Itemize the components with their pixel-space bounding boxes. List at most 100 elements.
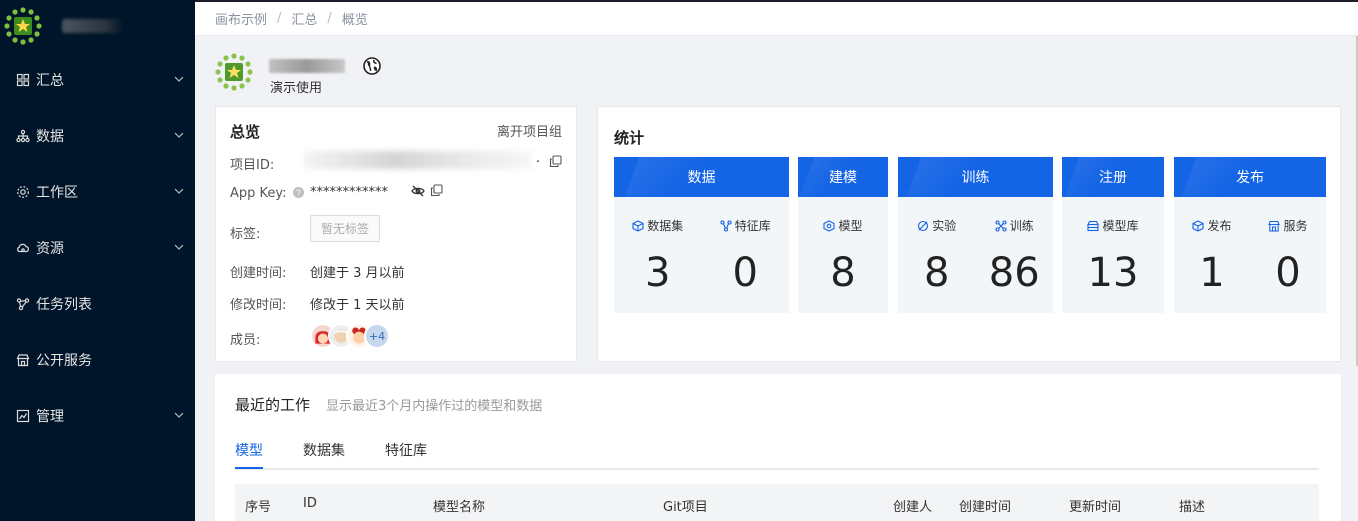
app-logo-icon[interactable] [4, 7, 42, 45]
copy-icon[interactable] [549, 155, 562, 168]
chart-manage-icon [16, 409, 30, 423]
stat-model-registry[interactable]: 模型库 13 [1062, 197, 1164, 313]
cube-icon [632, 220, 644, 232]
stat-group-title: 发布 [1174, 157, 1326, 197]
project-id-tail: . [536, 151, 541, 166]
member-avatars[interactable]: +4 [310, 323, 390, 349]
feature-icon [720, 220, 732, 232]
stat-experiments[interactable]: 实验 8 [898, 197, 976, 313]
dashboard-icon [16, 73, 30, 87]
service-icon [1268, 220, 1281, 232]
chevron-down-icon [174, 412, 184, 418]
copy-icon[interactable] [430, 184, 443, 197]
train-icon [995, 220, 1007, 232]
breadcrumb-item-overview: 概览 [341, 13, 368, 28]
sidebar-item-label: 工作区 [36, 185, 78, 201]
stat-label: 实验 [932, 219, 957, 233]
stat-group-modeling: 建模 模型 8 [798, 157, 888, 313]
sidebar-item-summary[interactable]: 汇总 [0, 60, 195, 100]
recent-work-subtitle: 显示最近3个月内操作过的模型和数据 [326, 399, 543, 414]
stat-value: 86 [988, 250, 1040, 296]
stat-feature-store[interactable]: 特征库 0 [702, 197, 790, 313]
stat-publishes[interactable]: 发布 1 [1174, 197, 1250, 313]
tags-label: 标签: [230, 227, 261, 242]
column-header-id[interactable]: ID [303, 496, 317, 511]
experiment-icon [918, 220, 929, 232]
column-header-model-name[interactable]: 模型名称 [433, 496, 485, 515]
sidebar: 汇总 数据 工作区 资源 任务列表 公开服务 管理 [0, 0, 195, 521]
globe-icon[interactable] [363, 57, 381, 75]
column-header-creator[interactable]: 创建人 [893, 496, 932, 515]
overview-title: 总览 [230, 123, 261, 141]
sidebar-item-data[interactable]: 数据 [0, 116, 195, 156]
no-tags-button[interactable]: 暂无标签 [310, 215, 380, 242]
help-icon[interactable]: ? [292, 187, 304, 198]
column-header-index[interactable]: 序号 [245, 496, 271, 515]
column-header-git-project[interactable]: Git项目 [663, 496, 708, 515]
stat-group-publish: 发布 发布 1 服务 0 [1174, 157, 1326, 313]
tab-datasets[interactable]: 数据集 [303, 440, 345, 460]
chevron-down-icon [174, 188, 184, 194]
stats-title: 统计 [614, 129, 645, 147]
stat-datasets[interactable]: 数据集 3 [614, 197, 702, 313]
app-key-label: App Key: ? [230, 186, 304, 201]
sidebar-logo-area [0, 0, 195, 52]
stat-models[interactable]: 模型 8 [798, 197, 888, 313]
active-tab-indicator [235, 467, 263, 469]
sidebar-item-workspace[interactable]: 工作区 [0, 172, 195, 212]
sidebar-item-tasks[interactable]: 任务列表 [0, 284, 195, 324]
sidebar-item-label: 任务列表 [36, 297, 92, 313]
stat-group-training: 训练 实验 8 训练 86 [898, 157, 1053, 313]
stat-group-registry: 注册 模型库 13 [1062, 157, 1164, 313]
sidebar-item-label: 管理 [36, 409, 64, 425]
stat-value: 1 [1199, 250, 1225, 296]
project-logo-icon [215, 53, 253, 91]
model-registry-icon [1087, 220, 1100, 232]
stat-label: 数据集 [647, 219, 684, 233]
sidebar-item-public-service[interactable]: 公开服务 [0, 340, 195, 380]
breadcrumb-item-canvas[interactable]: 画布示例 [215, 9, 267, 28]
created-label: 创建时间: [230, 266, 287, 281]
column-header-description[interactable]: 描述 [1179, 496, 1205, 515]
column-header-created-time[interactable]: 创建时间 [959, 496, 1011, 515]
more-members-badge[interactable]: +4 [364, 323, 390, 349]
table-header: 序号 ID 模型名称 Git项目 创建人 创建时间 更新时间 描述 [235, 484, 1319, 521]
stat-services[interactable]: 服务 0 [1250, 197, 1326, 313]
overview-card: 总览 离开项目组 项目ID: . App Key: ? ************… [215, 106, 577, 362]
stat-trainings[interactable]: 训练 86 [976, 197, 1054, 313]
breadcrumb-separator: / [277, 11, 282, 26]
tab-models[interactable]: 模型 [235, 440, 263, 460]
data-tree-icon [16, 129, 30, 143]
stat-value: 8 [924, 250, 950, 296]
stat-group-title: 注册 [1062, 157, 1164, 197]
main-content: 演示使用 总览 离开项目组 项目ID: . App Key: ? *******… [195, 37, 1358, 521]
stat-label: 模型库 [1102, 219, 1139, 233]
modified-value: 修改于 1 天以前 [310, 298, 405, 313]
eye-hidden-icon[interactable] [411, 184, 425, 198]
stat-value: 0 [732, 250, 758, 296]
publish-icon [1192, 220, 1205, 232]
members-label: 成员: [230, 333, 261, 348]
stat-group-data: 数据 数据集 3 特征库 0 [614, 157, 789, 313]
app-key-value: ************ [310, 185, 388, 200]
recent-work-title: 最近的工作 [235, 396, 311, 414]
tab-feature-store[interactable]: 特征库 [385, 440, 427, 460]
stat-label: 训练 [1009, 219, 1034, 233]
project-subtitle: 演示使用 [270, 81, 323, 96]
svg-text:?: ? [296, 188, 301, 197]
stat-value: 3 [645, 250, 671, 296]
breadcrumb-item-summary[interactable]: 汇总 [291, 9, 317, 28]
stat-value: 0 [1275, 250, 1301, 296]
workspace-gear-icon [17, 186, 29, 198]
task-graph-icon [16, 298, 30, 311]
stat-group-title: 数据 [614, 157, 789, 197]
sidebar-item-label: 资源 [36, 241, 64, 257]
stat-label: 服务 [1283, 219, 1308, 233]
column-header-updated-time[interactable]: 更新时间 [1069, 496, 1121, 515]
sidebar-item-resources[interactable]: 资源 [0, 228, 195, 268]
cloud-resource-icon [17, 243, 29, 253]
sidebar-item-manage[interactable]: 管理 [0, 396, 195, 436]
created-value: 创建于 3 月以前 [310, 266, 405, 281]
leave-group-link[interactable]: 离开项目组 [497, 121, 562, 140]
app-name-redacted [62, 19, 124, 33]
